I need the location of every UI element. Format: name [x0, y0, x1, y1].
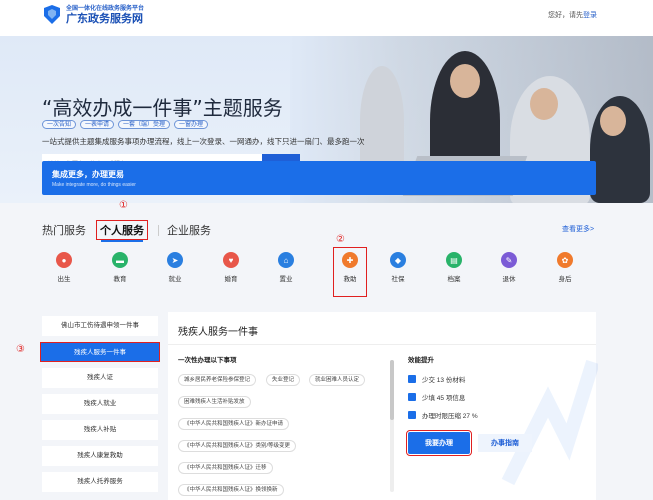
category-label: 婚育 — [224, 276, 238, 283]
category-item[interactable]: ● 出生 — [44, 252, 84, 283]
tab-divider — [158, 224, 159, 236]
service-item-pill[interactable]: 《中华人民共和国残疾人证》换领换新 — [178, 484, 284, 496]
promo-title: 集成更多，办理更易 — [52, 170, 124, 179]
banner-tag: 一窗办理 — [174, 120, 209, 129]
annotation-3: ③ — [16, 344, 25, 355]
category-label: 档案 — [447, 276, 461, 283]
service-item-pill[interactable]: 就业困难人员认定 — [309, 374, 366, 386]
service-tabs: 热门服务 个人服务 企业服务 — [42, 220, 221, 242]
category-label: 就业 — [168, 276, 182, 283]
annotation-1: ① — [119, 200, 128, 211]
sidebar-item[interactable]: 残疾人托养服务 — [42, 472, 158, 492]
card-title: 残疾人服务一件事 — [178, 327, 258, 338]
card-divider — [168, 344, 596, 345]
banner-tag: 一次告知 — [42, 120, 77, 129]
category-item[interactable]: ➤ 就业 — [155, 252, 195, 283]
heart-icon: ♥ — [223, 252, 239, 268]
sidebar-item[interactable]: 残疾人就业 — [42, 394, 158, 414]
category-label: 身后 — [558, 276, 572, 283]
baby-icon: ● — [56, 252, 72, 268]
sidebar-item[interactable]: 残疾人补贴 — [42, 420, 158, 440]
promo-bar: 集成更多，办理更易 Make integrate more, do things… — [42, 161, 596, 195]
promo-subtitle: Make integrate more, do things easier — [52, 182, 136, 188]
banner-tags: 一次告知 一表申请 一套（端）受理 一窗办理 — [42, 120, 209, 129]
login-link[interactable]: 登录 — [583, 12, 597, 19]
education-icon: ▬ — [112, 252, 128, 268]
sidebar-item[interactable]: 残疾人康复救助 — [42, 446, 158, 466]
efficiency-text: 少填 45 项信息 — [422, 395, 466, 402]
category-item[interactable]: ▤ 档案 — [434, 252, 474, 283]
category-item[interactable]: ♥ 婚育 — [211, 252, 251, 283]
category-label: 置业 — [279, 276, 293, 283]
service-item-pill[interactable]: 《中华人民共和国残疾人证》新办证申请 — [178, 418, 290, 430]
job-icon: ➤ — [167, 252, 183, 268]
category-label: 救助 — [343, 276, 357, 283]
view-more-link[interactable]: 查看更多> — [562, 224, 594, 234]
efficiency-row: 少填 45 项信息 — [408, 392, 465, 402]
service-item-pill[interactable]: 困难残疾人生活补贴发放 — [178, 396, 251, 408]
service-item-pill[interactable]: 《中华人民共和国残疾人证》迁移 — [178, 462, 273, 474]
house-icon: ⌂ — [278, 252, 294, 268]
login-area: 您好，请先登录 — [548, 10, 597, 20]
category-label: 出生 — [57, 276, 71, 283]
guide-button[interactable]: 办事指南 — [478, 434, 532, 452]
file-icon: ▤ — [446, 252, 462, 268]
service-item-pill[interactable]: 失业登记 — [266, 374, 301, 386]
site-logo[interactable]: 全国一体化在线政务服务平台 广东政务服务网 — [42, 4, 144, 26]
service-sidebar: 佛山市工伤待遇申领一件事 残疾人服务一件事 残疾人证 残疾人就业 残疾人补贴 残… — [40, 316, 160, 498]
form-icon — [408, 393, 416, 401]
category-row: ● 出生 ▬ 教育 ➤ 就业 ♥ 婚育 ⌂ 置业 ✚ 救助 ◆ 社保 ▤ 档案 … — [44, 247, 604, 302]
after-icon: ✿ — [557, 252, 573, 268]
logo-title: 广东政务服务网 — [66, 12, 143, 25]
watermark-graphic — [501, 359, 598, 486]
aid-icon: ✚ — [342, 252, 358, 268]
banner-description: 一站式提供主题集成服务事项办理流程，线上一次登录、一网通办，线下只进一扇门、最多… — [42, 137, 365, 146]
category-label: 社保 — [391, 276, 405, 283]
sidebar-item[interactable]: 佛山市工伤待遇申领一件事 — [42, 316, 158, 336]
tab-personal-services[interactable]: 个人服务 — [96, 220, 148, 242]
tab-enterprise-services[interactable]: 企业服务 — [167, 222, 211, 238]
service-item-pill[interactable]: 城乡居民养老保险参保登记 — [178, 374, 257, 386]
banner-tag: 一表申请 — [80, 120, 115, 129]
banner-tag: 一套（端）受理 — [118, 120, 171, 129]
banner-title: “高效办成一件事”主题服务 — [42, 96, 283, 120]
efficiency-title: 效能提升 — [408, 357, 434, 364]
logo-subtitle: 全国一体化在线政务服务平台 — [66, 5, 145, 12]
clock-icon — [408, 411, 416, 419]
efficiency-text: 少交 13 份材料 — [422, 377, 466, 384]
shield-icon: ◆ — [390, 252, 406, 268]
retire-icon: ✎ — [501, 252, 517, 268]
top-header: 全国一体化在线政务服务平台 广东政务服务网 您好，请先登录 — [0, 0, 653, 36]
service-detail-card: 残疾人服务一件事 一次性办理以下事项 城乡居民养老保险参保登记 失业登记 就业困… — [168, 312, 598, 500]
items-scrollbar[interactable] — [390, 360, 394, 492]
sidebar-item-active[interactable]: 残疾人服务一件事 — [40, 342, 160, 362]
efficiency-row: 办理时限压缩 27 % — [408, 410, 478, 420]
document-icon — [408, 375, 416, 383]
category-item[interactable]: ✚ 救助 — [330, 252, 370, 283]
category-item[interactable]: ⌂ 置业 — [266, 252, 306, 283]
annotation-2: ② — [336, 234, 345, 245]
items-section-title: 一次性办理以下事项 — [178, 357, 237, 364]
tab-hot-services[interactable]: 热门服务 — [42, 222, 86, 238]
category-label: 教育 — [113, 276, 127, 283]
scroll-thumb[interactable] — [390, 360, 394, 420]
greeting-text: 您好，请先 — [548, 12, 583, 19]
apply-button[interactable]: 我要办理 — [406, 430, 472, 456]
efficiency-row: 少交 13 份材料 — [408, 374, 465, 384]
category-item[interactable]: ▬ 教育 — [100, 252, 140, 283]
category-item[interactable]: ◆ 社保 — [378, 252, 418, 283]
category-label: 退休 — [502, 276, 516, 283]
category-item[interactable]: ✎ 退休 — [489, 252, 529, 283]
logo-icon — [42, 4, 62, 26]
sidebar-item[interactable]: 残疾人证 — [42, 368, 158, 388]
category-item[interactable]: ✿ 身后 — [545, 252, 585, 283]
efficiency-text: 办理时限压缩 27 % — [422, 413, 478, 420]
service-item-pill[interactable]: 《中华人民共和国残疾人证》类别/等级变更 — [178, 440, 297, 452]
